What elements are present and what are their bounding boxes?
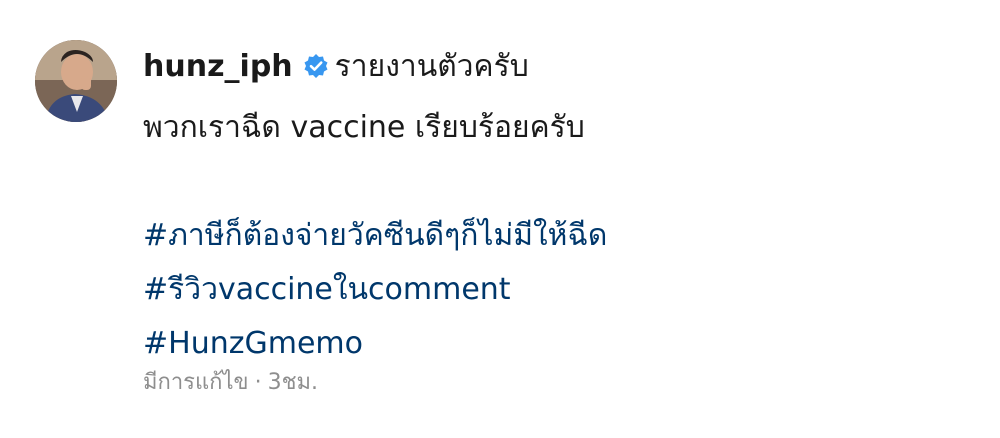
caption-first-line: hunz_iph รายงานตัวครับ <box>143 38 983 99</box>
hashtag-link-tax[interactable]: #ภาษีก็ต้องจ่ายวัคซีนดีๆก็ไม่มีให้ฉีด <box>143 209 983 263</box>
timestamp: 3ชม. <box>267 370 319 395</box>
post-caption: hunz_iph รายงานตัวครับ พวกเราฉีด vaccine … <box>143 38 983 371</box>
caption-text-line1: รายงานตัวครับ <box>334 49 529 84</box>
meta-separator: · <box>254 370 262 395</box>
hashtag-link-hunzgmemo[interactable]: #HunzGmemo <box>143 317 983 371</box>
post-meta: มีการแก้ไข · 3ชม. <box>143 364 318 399</box>
edited-label[interactable]: มีการแก้ไข <box>143 370 249 395</box>
avatar-photo <box>35 40 117 122</box>
verified-badge-icon <box>303 41 329 99</box>
caption-text-line2: พวกเราฉีด vaccine เรียบร้อยครับ <box>143 110 585 145</box>
avatar[interactable] <box>35 40 117 122</box>
hashtag-link-review[interactable]: #รีวิวvaccineในcomment <box>143 263 983 317</box>
username-link[interactable]: hunz_iph <box>143 49 293 84</box>
